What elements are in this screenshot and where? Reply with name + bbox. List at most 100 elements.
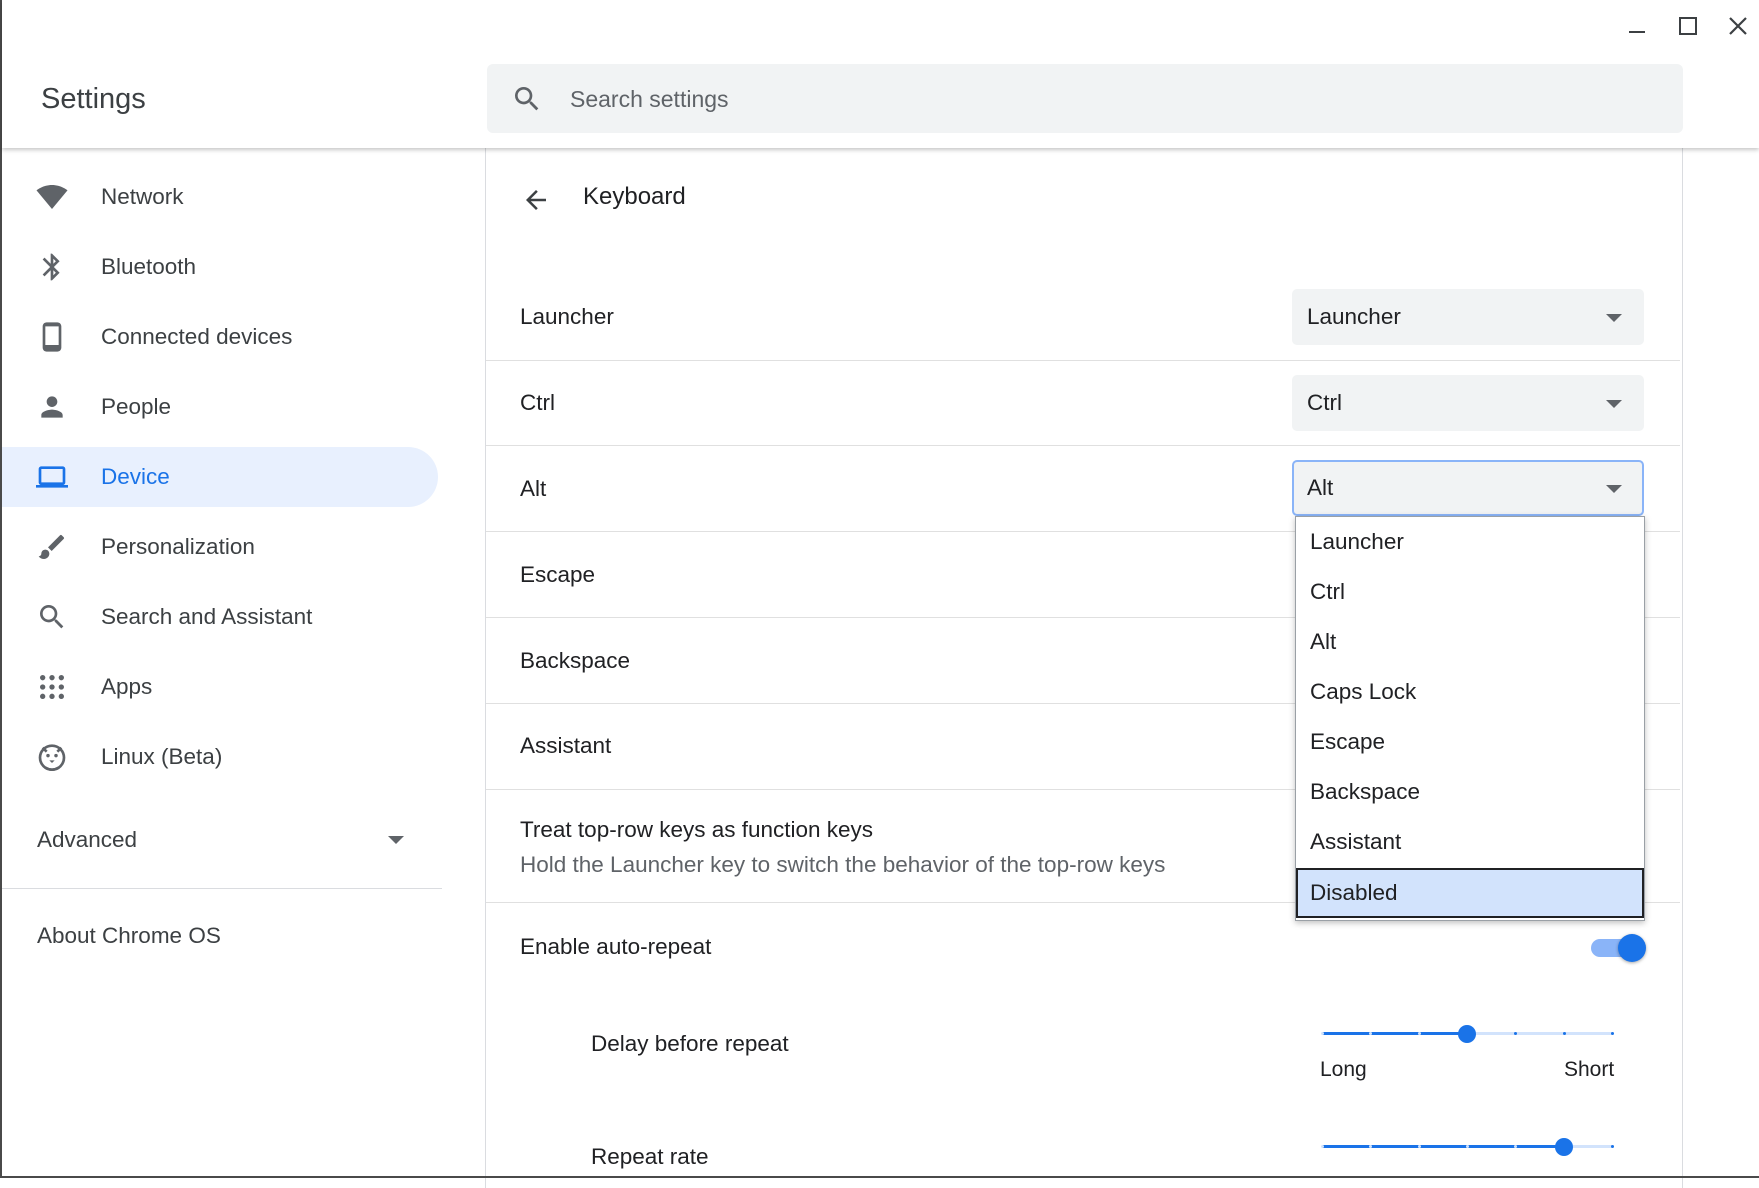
alt-select[interactable]: Alt bbox=[1292, 460, 1644, 516]
delay-slider[interactable] bbox=[1316, 1022, 1620, 1046]
ctrl-select[interactable]: Ctrl bbox=[1292, 375, 1644, 431]
dropdown-option[interactable]: Alt bbox=[1296, 617, 1644, 667]
sidebar-item-network[interactable]: Network bbox=[2, 167, 438, 227]
dropdown-option[interactable]: Assistant bbox=[1296, 817, 1644, 867]
about-label: About Chrome OS bbox=[37, 923, 221, 948]
option-label: Escape bbox=[1310, 729, 1386, 754]
ctrl-label: Ctrl bbox=[520, 390, 555, 415]
chevron-down-icon bbox=[1606, 314, 1622, 322]
bluetooth-icon bbox=[36, 251, 68, 283]
close-icon bbox=[1729, 17, 1747, 35]
close-button[interactable] bbox=[1718, 6, 1758, 46]
maximize-icon bbox=[1679, 17, 1697, 35]
sidebar-item-apps[interactable]: Apps bbox=[2, 657, 438, 717]
select-value: Ctrl bbox=[1307, 390, 1342, 415]
search-input[interactable] bbox=[568, 76, 1662, 122]
sidebar-item-label: Search and Assistant bbox=[101, 604, 313, 629]
launcher-select[interactable]: Launcher bbox=[1292, 289, 1644, 345]
maximize-button[interactable] bbox=[1668, 6, 1708, 46]
sidebar-item-label: People bbox=[101, 394, 172, 419]
repeat-rate-slider[interactable] bbox=[1316, 1135, 1620, 1159]
slider-tick bbox=[1417, 1145, 1421, 1148]
alt-select-dropdown: Launcher Ctrl Alt Caps Lock Escape Backs… bbox=[1295, 516, 1645, 921]
search-icon bbox=[511, 83, 543, 115]
search-icon bbox=[36, 601, 68, 633]
sidebar-item-about[interactable]: About Chrome OS bbox=[2, 910, 438, 966]
app-title: Settings bbox=[41, 83, 146, 115]
option-label: Launcher bbox=[1310, 529, 1404, 554]
slider-tick bbox=[1611, 1032, 1614, 1035]
brush-icon bbox=[36, 531, 68, 563]
dropdown-option-highlighted[interactable]: Disabled bbox=[1296, 868, 1644, 918]
alt-label: Alt bbox=[520, 476, 547, 501]
sidebar-item-people[interactable]: People bbox=[2, 377, 438, 437]
chevron-down-icon bbox=[1606, 485, 1622, 493]
slider-tick bbox=[1562, 1032, 1566, 1035]
sidebar-item-linux[interactable]: Linux (Beta) bbox=[2, 727, 438, 787]
slider-fill bbox=[1322, 1032, 1467, 1035]
dropdown-option[interactable]: Escape bbox=[1296, 717, 1644, 767]
select-value: Launcher bbox=[1307, 304, 1401, 329]
escape-label: Escape bbox=[520, 562, 596, 587]
assistant-label: Assistant bbox=[520, 733, 612, 758]
slider-tick bbox=[1321, 1032, 1324, 1035]
auto-repeat-label: Enable auto-repeat bbox=[520, 934, 712, 959]
sidebar-item-label: Personalization bbox=[101, 534, 255, 559]
row-divider bbox=[486, 445, 1680, 446]
sidebar-item-search-and-assistant[interactable]: Search and Assistant bbox=[2, 587, 438, 647]
minimize-button[interactable] bbox=[1617, 6, 1657, 46]
header: Settings bbox=[2, 0, 1759, 148]
slider-tick bbox=[1321, 1145, 1324, 1148]
dropdown-option[interactable]: Backspace bbox=[1296, 767, 1644, 817]
auto-repeat-toggle[interactable] bbox=[1588, 931, 1646, 965]
option-label: Caps Lock bbox=[1310, 679, 1417, 704]
back-button[interactable] bbox=[516, 180, 556, 220]
search-box[interactable] bbox=[487, 64, 1683, 133]
sidebar-divider bbox=[2, 888, 442, 889]
slider-knob[interactable] bbox=[1554, 1138, 1573, 1156]
sidebar-item-label: Apps bbox=[101, 674, 153, 699]
backspace-label: Backspace bbox=[520, 648, 631, 673]
select-value: Alt bbox=[1307, 475, 1334, 500]
slider-tick bbox=[1611, 1145, 1614, 1148]
toggle-knob bbox=[1618, 934, 1646, 962]
chevron-down-icon bbox=[388, 836, 404, 844]
slider-knob[interactable] bbox=[1458, 1025, 1476, 1043]
laptop-icon bbox=[36, 461, 68, 493]
sidebar-item-label: Connected devices bbox=[101, 324, 293, 349]
delay-max-label: Short bbox=[1564, 1058, 1615, 1081]
sidebar-item-bluetooth[interactable]: Bluetooth bbox=[2, 237, 438, 297]
person-icon bbox=[36, 391, 68, 423]
repeat-rate-label: Repeat rate bbox=[591, 1144, 709, 1169]
phone-icon bbox=[36, 321, 68, 353]
minimize-icon bbox=[1629, 31, 1645, 33]
dropdown-option[interactable]: Caps Lock bbox=[1296, 667, 1644, 717]
sidebar-item-label: Network bbox=[101, 184, 184, 209]
sidebar-item-connected-devices[interactable]: Connected devices bbox=[2, 307, 438, 367]
slider-fill bbox=[1322, 1145, 1564, 1148]
delay-label: Delay before repeat bbox=[591, 1031, 789, 1056]
row-divider bbox=[486, 360, 1680, 361]
sidebar-item-label: Linux (Beta) bbox=[101, 744, 223, 769]
delay-min-label: Long bbox=[1320, 1058, 1367, 1081]
option-label: Ctrl bbox=[1310, 579, 1345, 604]
slider-tick bbox=[1466, 1145, 1469, 1148]
wifi-icon bbox=[36, 181, 68, 213]
apps-grid-icon bbox=[36, 671, 68, 703]
penguin-icon bbox=[36, 741, 68, 773]
sidebar-item-device[interactable]: Device bbox=[2, 447, 438, 507]
sidebar-item-label: Bluetooth bbox=[101, 254, 197, 279]
advanced-label: Advanced bbox=[37, 827, 138, 852]
option-label: Assistant bbox=[1310, 829, 1402, 854]
option-label: Disabled bbox=[1310, 880, 1398, 905]
sidebar-item-label: Device bbox=[101, 464, 170, 489]
option-label: Alt bbox=[1310, 629, 1337, 654]
sidebar-advanced-toggle[interactable]: Advanced bbox=[2, 814, 438, 870]
launcher-label: Launcher bbox=[520, 304, 614, 329]
chevron-down-icon bbox=[1606, 400, 1622, 408]
sidebar-item-personalization[interactable]: Personalization bbox=[2, 517, 438, 577]
page-title: Keyboard bbox=[583, 183, 686, 210]
dropdown-option[interactable]: Launcher bbox=[1296, 517, 1644, 567]
function-keys-sublabel: Hold the Launcher key to switch the beha… bbox=[520, 852, 1166, 877]
dropdown-option[interactable]: Ctrl bbox=[1296, 567, 1644, 617]
